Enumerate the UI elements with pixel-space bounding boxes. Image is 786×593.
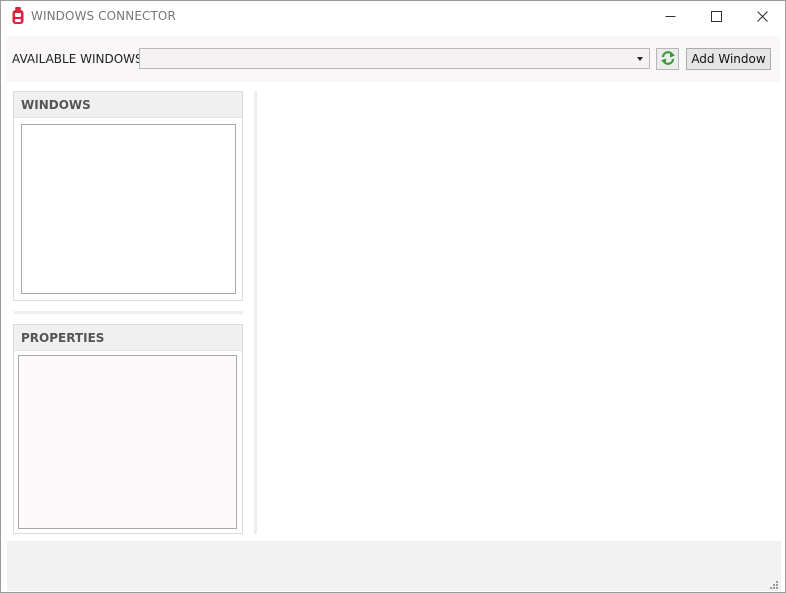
properties-panel: PROPERTIES	[13, 324, 243, 534]
windows-panel-header: WINDOWS	[14, 92, 242, 118]
refresh-icon	[660, 50, 676, 69]
minimize-icon	[665, 11, 676, 22]
toolbar: AVAILABLE WINDOWS Add Window	[6, 36, 780, 82]
horizontal-splitter[interactable]	[14, 311, 243, 314]
vertical-splitter[interactable]	[254, 91, 257, 534]
add-window-button[interactable]: Add Window	[686, 48, 771, 70]
chevron-down-icon	[637, 57, 643, 61]
windows-list[interactable]	[21, 124, 236, 294]
properties-panel-title: PROPERTIES	[21, 331, 105, 345]
close-icon	[756, 11, 768, 22]
properties-panel-header: PROPERTIES	[14, 325, 242, 351]
properties-grid[interactable]	[18, 355, 237, 529]
close-button[interactable]	[739, 1, 785, 32]
main-content-area	[259, 91, 779, 534]
maximize-icon	[710, 11, 722, 22]
maximize-button[interactable]	[693, 1, 739, 32]
minimize-button[interactable]	[647, 1, 693, 32]
available-windows-label: AVAILABLE WINDOWS	[12, 52, 143, 66]
window-title: WINDOWS CONNECTOR	[31, 9, 176, 23]
robot-icon	[11, 7, 25, 25]
refresh-button[interactable]	[656, 48, 679, 70]
status-bar	[7, 541, 781, 591]
windows-panel: WINDOWS	[13, 91, 243, 301]
available-windows-combo[interactable]	[139, 48, 650, 69]
app-window: WINDOWS CONNECTOR AVAILABLE WINDOWS Add …	[0, 0, 786, 593]
resize-grip-icon[interactable]	[769, 579, 779, 589]
title-bar[interactable]: WINDOWS CONNECTOR	[1, 1, 785, 32]
windows-panel-title: WINDOWS	[21, 98, 91, 112]
